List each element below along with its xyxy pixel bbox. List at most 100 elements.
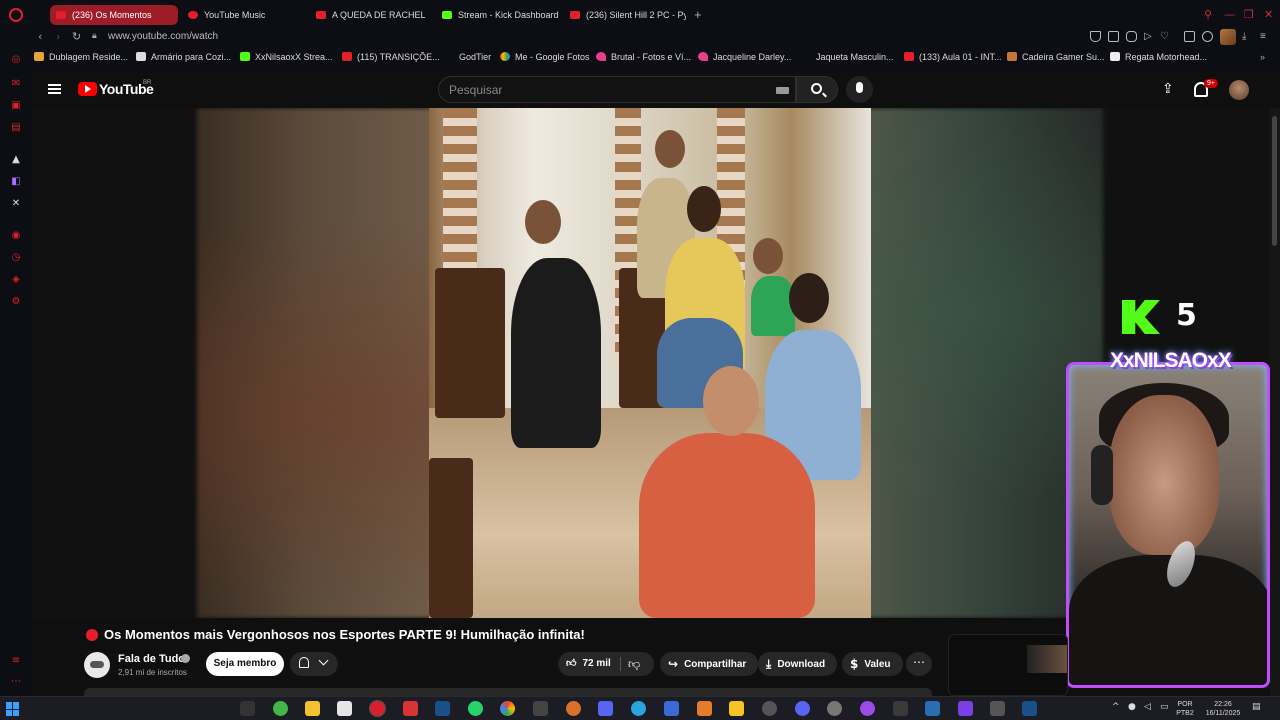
whatsapp-icon[interactable] <box>468 701 483 716</box>
url-field[interactable]: www.youtube.com/watch <box>108 31 218 42</box>
tab-kick-dashboard[interactable]: Stream - Kick Dashboard <box>436 5 560 25</box>
x-icon[interactable]: ✕ <box>10 198 22 210</box>
input-language[interactable]: POR PTB2 <box>1174 700 1196 718</box>
recommended-video-card[interactable] <box>948 634 1068 696</box>
maximize-button[interactable]: ❐ <box>1244 8 1254 21</box>
adblock-icon[interactable] <box>1126 31 1137 42</box>
app-icon[interactable] <box>990 701 1005 716</box>
settings-gear-icon[interactable]: ⚙ <box>10 296 22 308</box>
messenger-icon[interactable]: ✉ <box>10 78 22 90</box>
bookmark-item[interactable]: Regata Motorhead... <box>1110 52 1207 62</box>
extensions-puzzle-icon[interactable] <box>1202 31 1213 42</box>
channel-name[interactable]: Fala de Tudo <box>118 653 185 665</box>
upload-icon[interactable]: ⇪ <box>1162 82 1175 96</box>
bookmark-item[interactable]: Jaqueta Masculin... <box>816 52 894 62</box>
bookmark-item[interactable]: Cadeira Gamer Su... <box>1007 52 1105 62</box>
extensions-icon[interactable]: ◈ <box>10 274 22 286</box>
app-icon[interactable] <box>893 701 908 716</box>
join-membership-button[interactable]: Seja membro <box>206 652 284 676</box>
player-icon[interactable]: ◉ <box>10 230 22 242</box>
account-avatar[interactable] <box>1229 80 1249 100</box>
telegram-icon[interactable] <box>631 701 646 716</box>
steam-icon[interactable] <box>1022 701 1037 716</box>
download-button[interactable]: ⤓ Download <box>758 652 838 676</box>
sidebar-more-icon[interactable]: ≡ <box>10 655 22 667</box>
snapshot-icon[interactable] <box>1108 31 1119 42</box>
heart-icon[interactable]: ♡ <box>1160 31 1171 42</box>
bookmark-item[interactable]: Jacqueline Darley... <box>698 52 791 62</box>
youtube-logo-icon[interactable] <box>78 82 97 96</box>
clock[interactable]: 22:26 16/11/2025 <box>1200 700 1246 718</box>
more-actions-button[interactable]: ⋯ <box>906 652 932 676</box>
dislike-button[interactable]: 👎︎ <box>628 652 640 676</box>
app-icon[interactable] <box>697 701 712 716</box>
opera-taskbar-icon[interactable] <box>369 700 386 717</box>
download-icon[interactable]: ⤓ <box>1242 31 1253 42</box>
forward-button[interactable]: › <box>56 30 60 43</box>
tray-overflow-icon[interactable]: ^ <box>1112 702 1120 712</box>
aria-icon[interactable]: ◎ <box>10 54 22 66</box>
kick-sidebar-icon[interactable]: ▲ <box>10 154 22 166</box>
search-input[interactable] <box>449 83 749 97</box>
music-icon[interactable]: ▤ <box>10 122 22 134</box>
app-icon[interactable] <box>598 701 613 716</box>
sidebar-dots-icon[interactable]: ⋯ <box>10 676 22 688</box>
keyboard-icon[interactable] <box>776 87 789 94</box>
chat-icon[interactable]: ▣ <box>10 100 22 112</box>
app-icon[interactable] <box>664 701 679 716</box>
app-icon[interactable] <box>533 701 548 716</box>
back-button[interactable]: ‹ <box>38 30 42 43</box>
obs-icon[interactable] <box>762 701 777 716</box>
minimize-button[interactable]: — <box>1224 8 1235 21</box>
description-box[interactable] <box>84 688 932 696</box>
bookmark-icon[interactable] <box>1090 31 1101 42</box>
bookmark-item[interactable]: Dublagem Reside... <box>34 52 128 62</box>
chrome-icon[interactable] <box>500 701 515 716</box>
search-box[interactable] <box>438 76 796 103</box>
close-window-button[interactable]: ✕ <box>1264 8 1273 21</box>
tab-silent-hill[interactable]: (236) Silent Hill 2 PC - Py <box>564 5 686 25</box>
discord-icon[interactable] <box>795 701 810 716</box>
bookmark-item[interactable]: XxNilsaoxX Strea... <box>240 52 333 62</box>
app-icon[interactable] <box>958 701 973 716</box>
bookmark-item[interactable]: Me - Google Fotos <box>500 52 590 62</box>
history-icon[interactable]: ◷ <box>10 252 22 264</box>
tab-youtube-music[interactable]: YouTube Music <box>182 5 306 25</box>
opera-logo-icon[interactable] <box>9 8 23 22</box>
bookmark-item[interactable]: Armário para Cozi... <box>136 52 231 62</box>
thanks-button[interactable]: $ Valeu <box>842 652 903 676</box>
page-scrollbar[interactable] <box>1270 108 1280 696</box>
bookmark-item[interactable]: Brutal - Fotos e Ví... <box>596 52 691 62</box>
app-icon[interactable] <box>860 701 875 716</box>
app-icon[interactable] <box>240 701 255 716</box>
windows-start-icon[interactable] <box>6 702 20 716</box>
subscription-bell-button[interactable] <box>290 652 338 676</box>
bookmark-item[interactable]: (115) TRANSIÇÕE... <box>342 52 440 62</box>
channel-avatar[interactable] <box>84 652 110 678</box>
bookmark-item[interactable]: (133) Aula 01 - INT... <box>904 52 1002 62</box>
share-button[interactable]: ↪ Compartilhar <box>660 652 759 676</box>
file-explorer-icon[interactable] <box>305 701 320 716</box>
vscode-icon[interactable] <box>925 701 940 716</box>
search-button[interactable] <box>796 76 838 103</box>
play-icon[interactable]: ▷ <box>1144 31 1155 42</box>
hamburger-menu-icon[interactable] <box>48 84 61 94</box>
voice-search-button[interactable] <box>846 76 873 103</box>
bookmarks-overflow-icon[interactable]: » <box>1260 52 1265 62</box>
reload-button[interactable]: ↻ <box>72 30 81 43</box>
app-icon[interactable] <box>566 701 581 716</box>
twitch-icon[interactable]: ◧ <box>10 176 22 188</box>
network-icon[interactable]: ▭ <box>1160 702 1169 712</box>
search-tabs-icon[interactable]: ⚲ <box>1204 8 1212 21</box>
bookmark-item[interactable]: GodTier <box>459 52 491 62</box>
like-button[interactable]: 👍︎ 72 mil <box>566 652 611 676</box>
new-tab-button[interactable]: + <box>694 8 702 22</box>
tab-rachel[interactable]: A QUEDA DE RACHEL SH <box>310 5 428 25</box>
microphone-tray-icon[interactable]: ● <box>1128 702 1136 712</box>
menu-icon[interactable]: ≡ <box>1260 31 1271 42</box>
app-icon[interactable] <box>273 701 288 716</box>
app-icon[interactable] <box>729 701 744 716</box>
app-icon[interactable] <box>403 701 418 716</box>
steam-icon[interactable] <box>435 701 450 716</box>
profile-avatar[interactable] <box>1220 29 1236 45</box>
